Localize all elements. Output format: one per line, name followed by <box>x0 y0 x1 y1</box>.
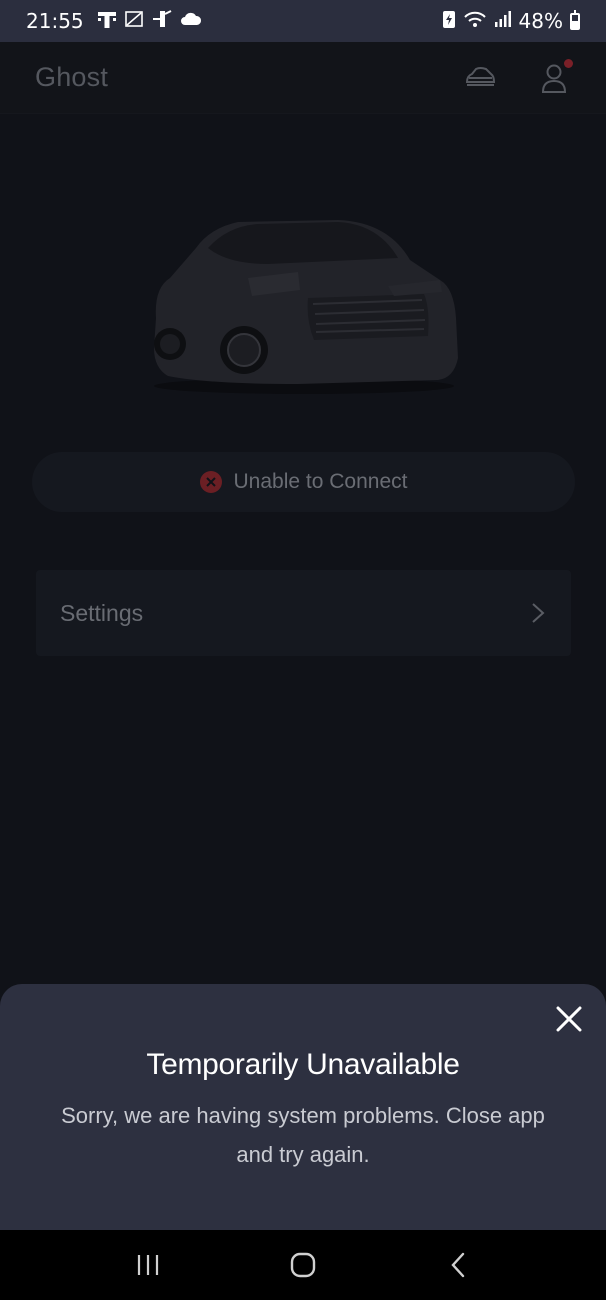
notification-dot <box>564 58 573 68</box>
status-right: 48% <box>442 9 580 33</box>
account-icon <box>541 64 567 93</box>
home-icon <box>290 1252 316 1278</box>
vehicle-image <box>148 208 460 398</box>
connection-status-label: Unable to Connect <box>233 470 408 493</box>
connection-status: Unable to Connect <box>32 452 575 512</box>
error-sheet: Temporarily Unavailable Sorry, we are ha… <box>0 984 606 1230</box>
status-left: 21:55 <box>26 9 202 33</box>
status-bar: 21:55 48% <box>0 0 606 42</box>
recents-button[interactable] <box>118 1240 178 1290</box>
back-icon <box>451 1252 465 1278</box>
error-icon <box>199 471 222 493</box>
t-mobile-icon <box>97 9 117 33</box>
no-sim-icon <box>124 10 144 32</box>
sheet-message: Sorry, we are having system problems. Cl… <box>61 1103 545 1167</box>
close-button[interactable] <box>554 1004 584 1034</box>
usb-debug-icon <box>151 9 173 33</box>
header-icons <box>463 58 573 95</box>
status-time: 21:55 <box>26 9 84 33</box>
battery-percent: 48% <box>518 9 563 33</box>
vehicle-name: Ghost <box>35 62 109 92</box>
settings-label: Settings <box>60 599 144 626</box>
settings-row[interactable]: Settings <box>36 570 571 656</box>
signal-icon <box>494 10 512 32</box>
account-button[interactable] <box>537 58 573 95</box>
back-button[interactable] <box>428 1240 488 1290</box>
vehicle-button[interactable] <box>463 61 497 95</box>
recents-icon <box>137 1255 158 1275</box>
home-button[interactable] <box>273 1240 333 1290</box>
sheet-title: Temporarily Unavailable <box>146 1048 460 1081</box>
chevron-right-icon <box>532 603 545 623</box>
cloud-icon <box>180 12 202 30</box>
wifi-icon <box>463 9 487 33</box>
vehicle-icon <box>465 66 496 86</box>
battery-fill <box>572 21 578 28</box>
app-header: Ghost <box>0 42 606 114</box>
nav-bar <box>0 1230 606 1300</box>
close-icon <box>556 1006 582 1032</box>
battery-saver-icon <box>442 9 456 33</box>
battery-icon <box>570 9 580 30</box>
